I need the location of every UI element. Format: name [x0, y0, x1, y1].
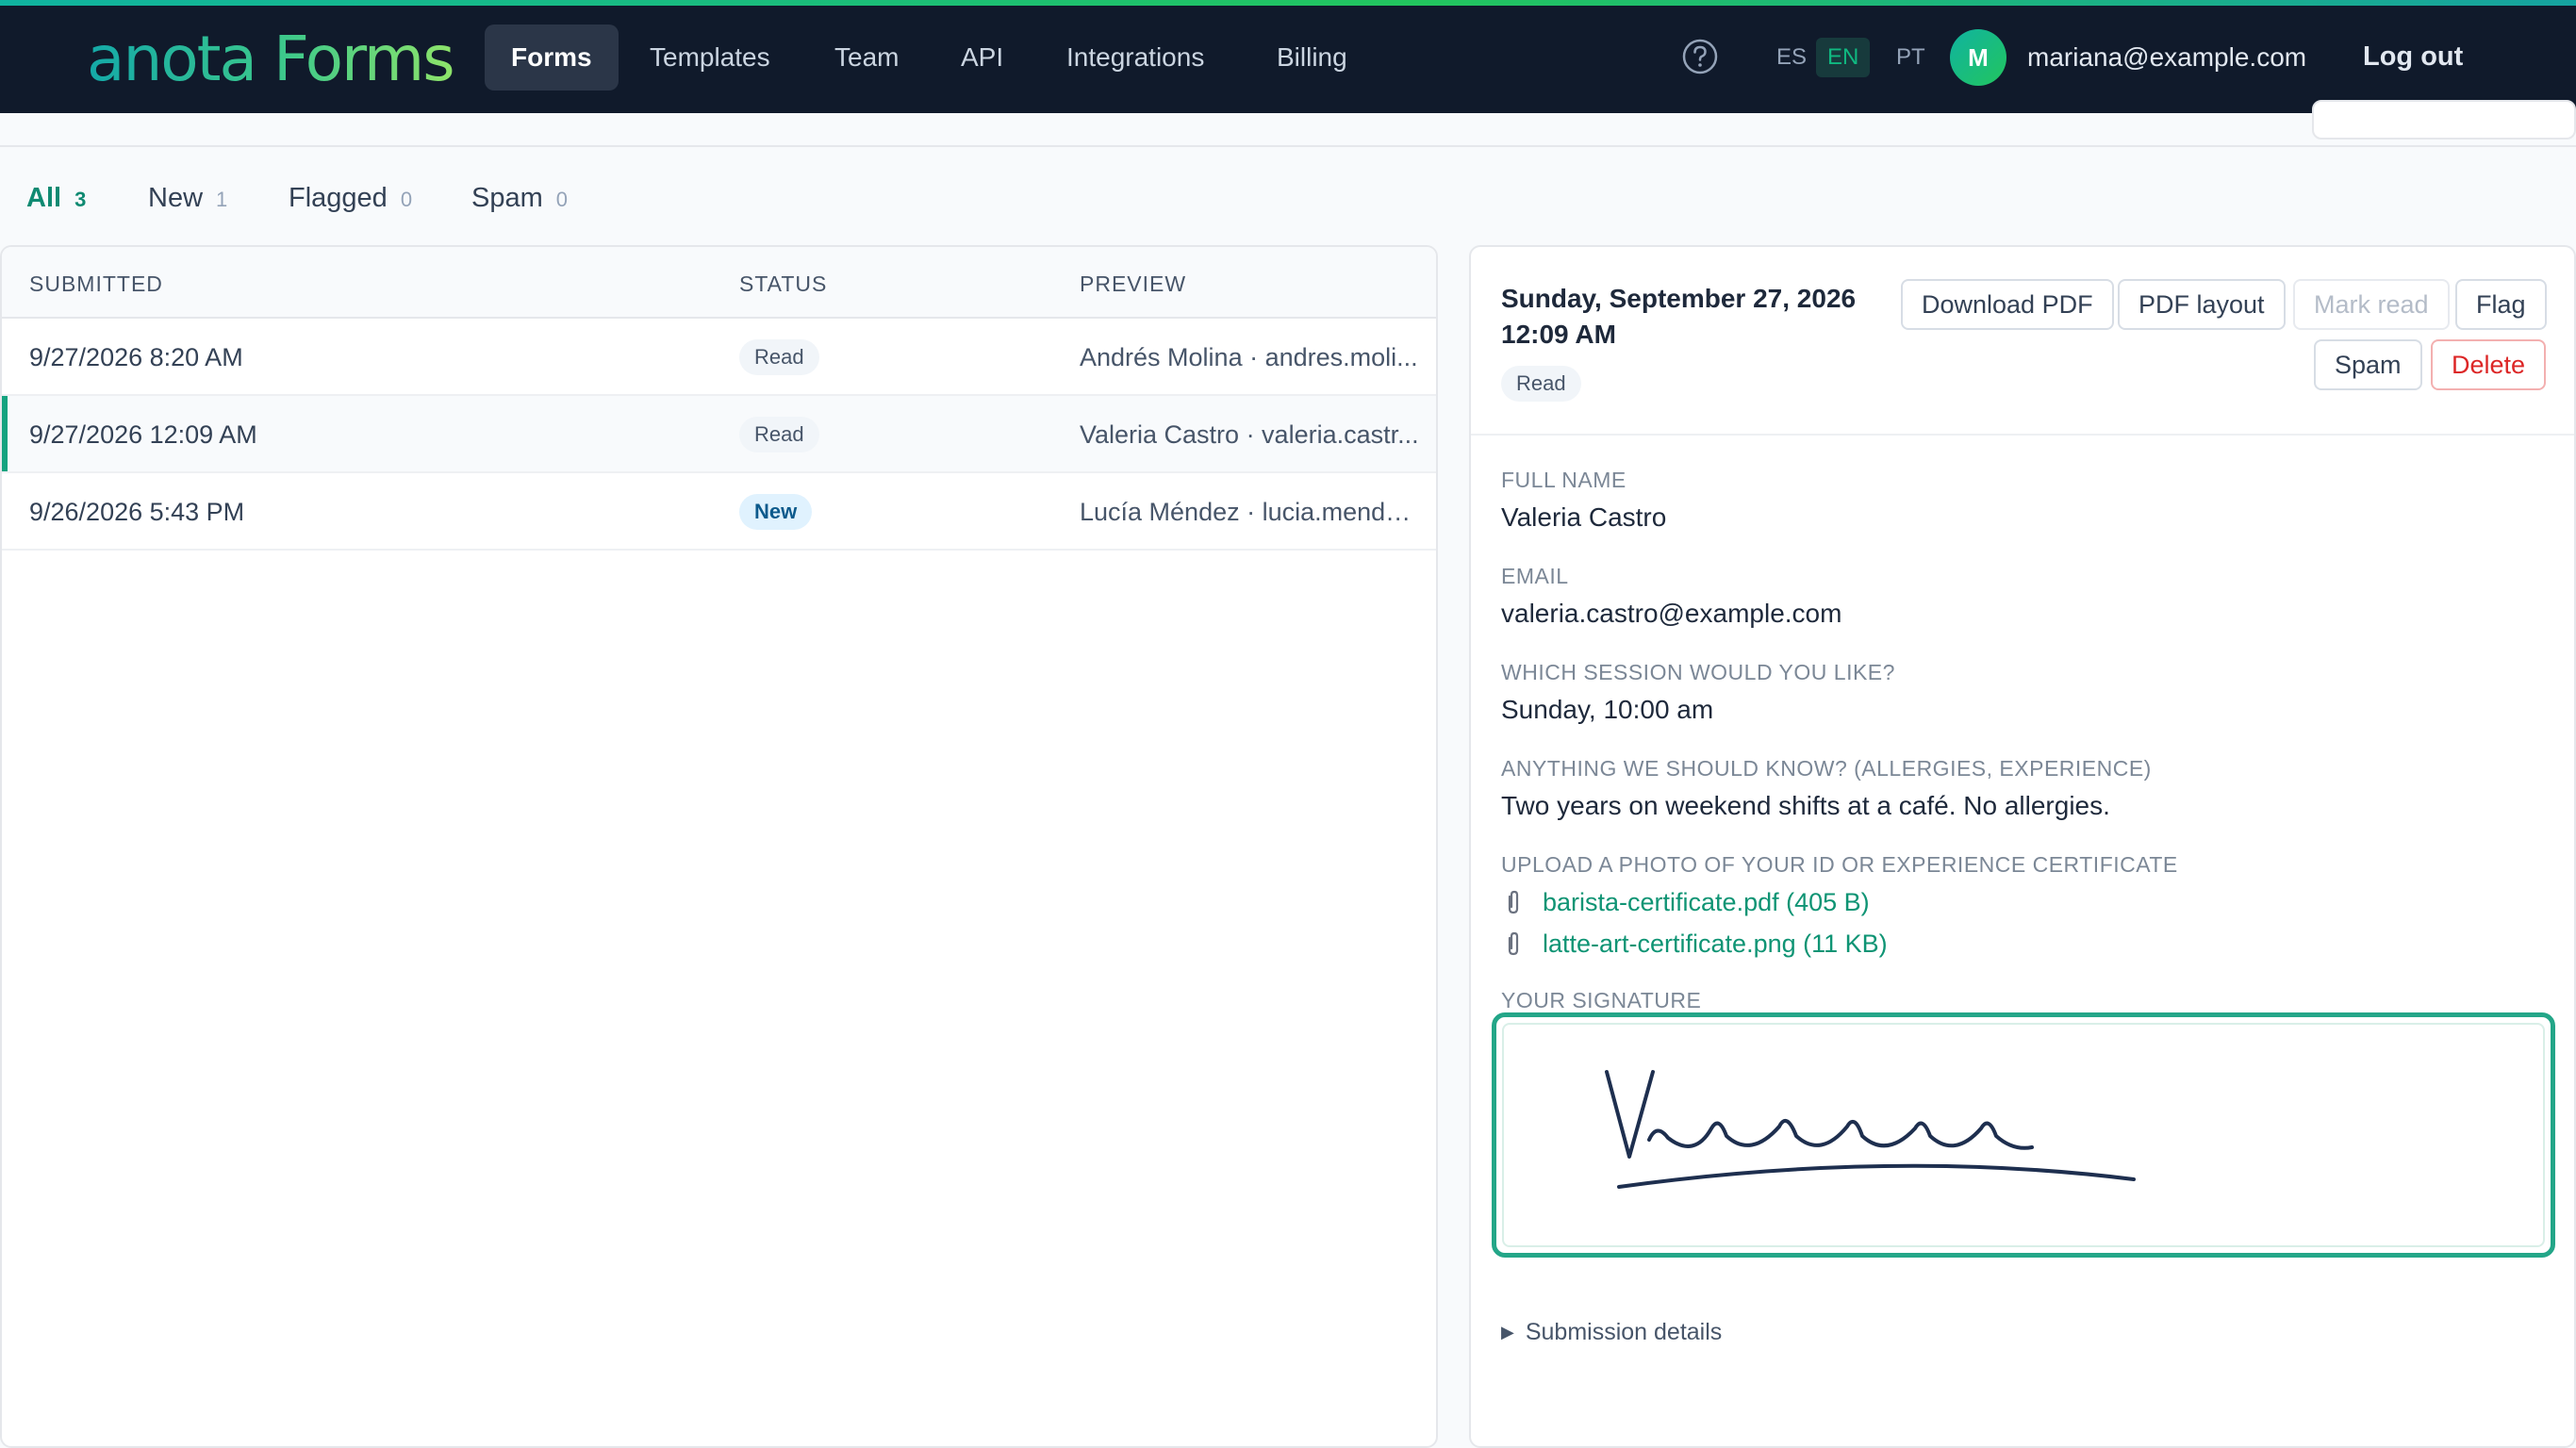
- filter-tab-label: New: [148, 183, 204, 213]
- submissions-list: SUBMITTED STATUS PREVIEW 9/27/2026 8:20 …: [0, 245, 1438, 1448]
- mark-read-button[interactable]: Mark read: [2293, 279, 2450, 330]
- column-header-status[interactable]: STATUS: [739, 272, 827, 297]
- table-header: SUBMITTED STATUS PREVIEW: [2, 247, 1436, 319]
- filter-tab-all[interactable]: All 3: [26, 177, 86, 221]
- submission-date: Sunday, September 27, 2026 12:09 AM: [1501, 281, 1897, 353]
- filter-tab-count: 1: [216, 188, 228, 211]
- status-badge: Read: [739, 339, 819, 375]
- nav-api[interactable]: API: [934, 25, 1030, 90]
- submitted-time: 9/26/2026 5:43 PM: [29, 498, 245, 526]
- header-action-button[interactable]: [2312, 100, 2576, 140]
- field-label-signature: YOUR SIGNATURE: [1501, 988, 1702, 1012]
- submission-details-label: Submission details: [1525, 1319, 1723, 1345]
- submission-detail-panel: Sunday, September 27, 2026 12:09 AM Read…: [1469, 245, 2576, 1448]
- filter-tab-count: 0: [400, 188, 413, 211]
- spam-button[interactable]: Spam: [2314, 339, 2422, 390]
- flag-button[interactable]: Flag: [2455, 279, 2547, 330]
- attachment-link[interactable]: latte-art-certificate.png (11 KB): [1501, 926, 1888, 962]
- filter-tab-new[interactable]: New 1: [148, 177, 227, 221]
- app-logo[interactable]: anota Forms: [87, 23, 455, 96]
- delete-button[interactable]: Delete: [2431, 339, 2547, 390]
- nav-templates[interactable]: Templates: [623, 25, 797, 90]
- filter-tab-flagged[interactable]: Flagged 0: [289, 177, 412, 221]
- paperclip-icon: [1508, 890, 1519, 914]
- filter-tab-label: All: [26, 183, 62, 213]
- status-badge: Read: [1501, 366, 1581, 402]
- column-header-preview[interactable]: PREVIEW: [1080, 272, 1186, 297]
- filter-tab-label: Flagged: [289, 183, 388, 213]
- pdf-layout-button[interactable]: PDF layout: [2118, 279, 2286, 330]
- column-header-submitted[interactable]: SUBMITTED: [29, 272, 163, 297]
- table-row[interactable]: 9/26/2026 5:43 PM New Lucía Méndez · luc…: [2, 473, 1436, 551]
- row-preview: Valeria Castro · valeria.castr...: [1080, 420, 1419, 449]
- field-label-email: EMAIL: [1501, 564, 1569, 588]
- field-value-full-name: Valeria Castro: [1501, 502, 1667, 532]
- attachment-name: barista-certificate.pdf (405 B): [1543, 888, 1870, 916]
- status-badge: Read: [739, 417, 819, 452]
- submission-time-line: 12:09 AM: [1501, 320, 1616, 349]
- nav-integrations[interactable]: Integrations: [1040, 25, 1230, 90]
- field-label-session: WHICH SESSION WOULD YOU LIKE?: [1501, 660, 1895, 684]
- lang-pt[interactable]: PT: [1885, 38, 1937, 77]
- download-pdf-button[interactable]: Download PDF: [1901, 279, 2114, 330]
- filter-tab-count: 0: [555, 188, 569, 211]
- signature-image[interactable]: [1492, 1012, 2555, 1258]
- nav-billing[interactable]: Billing: [1250, 25, 1374, 90]
- question-circle-icon[interactable]: [1681, 38, 1719, 75]
- signature-drawing: [1605, 1070, 2136, 1189]
- lang-en[interactable]: EN: [1816, 38, 1871, 77]
- field-value-session: Sunday, 10:00 am: [1501, 695, 1714, 724]
- disclosure-triangle-icon: ▶: [1501, 1323, 1514, 1341]
- field-value-notes: Two years on weekend shifts at a café. N…: [1501, 791, 2110, 820]
- row-preview: Lucía Méndez · lucia.mende...: [1080, 498, 1419, 526]
- submitted-time: 9/27/2026 12:09 AM: [29, 420, 257, 449]
- paperclip-icon: [1508, 931, 1519, 956]
- row-preview: Andrés Molina · andres.moli...: [1080, 343, 1418, 371]
- nav-forms[interactable]: Forms: [485, 25, 619, 90]
- submitted-time: 9/27/2026 8:20 AM: [29, 343, 243, 371]
- filter-tab-count: 3: [74, 188, 87, 211]
- table-row-selected[interactable]: 9/27/2026 12:09 AM Read Valeria Castro ·…: [2, 396, 1436, 473]
- attachment-link[interactable]: barista-certificate.pdf (405 B): [1501, 884, 1870, 920]
- nav-team[interactable]: Team: [808, 25, 925, 90]
- attachment-name: latte-art-certificate.png (11 KB): [1543, 930, 1888, 958]
- submission-details-toggle[interactable]: ▶ Submission details: [1501, 1316, 1722, 1348]
- user-email[interactable]: mariana@example.com: [2027, 38, 2306, 77]
- user-avatar[interactable]: M: [1950, 29, 2006, 86]
- logout-button[interactable]: Log out: [2348, 36, 2478, 77]
- top-navigation-bar: anota Forms Forms Templates Team API Int…: [0, 0, 2576, 113]
- field-value-email: valeria.castro@example.com: [1501, 599, 1842, 628]
- field-label-upload: UPLOAD A PHOTO OF YOUR ID OR EXPERIENCE …: [1501, 852, 2178, 877]
- submission-date-line: Sunday, September 27, 2026: [1501, 284, 1857, 313]
- table-row[interactable]: 9/27/2026 8:20 AM Read Andrés Molina · a…: [2, 319, 1436, 396]
- filter-tab-spam[interactable]: Spam 0: [471, 177, 568, 221]
- field-label-full-name: FULL NAME: [1501, 468, 1627, 492]
- page-header-remnant: [0, 100, 2576, 147]
- lang-es[interactable]: ES: [1765, 38, 1818, 77]
- topbar-accent-stripe: [0, 0, 2576, 6]
- status-badge: New: [739, 494, 813, 530]
- detail-divider: [1471, 434, 2574, 436]
- filter-tab-label: Spam: [471, 183, 543, 213]
- field-label-notes: ANYTHING WE SHOULD KNOW? (ALLERGIES, EXP…: [1501, 756, 2152, 781]
